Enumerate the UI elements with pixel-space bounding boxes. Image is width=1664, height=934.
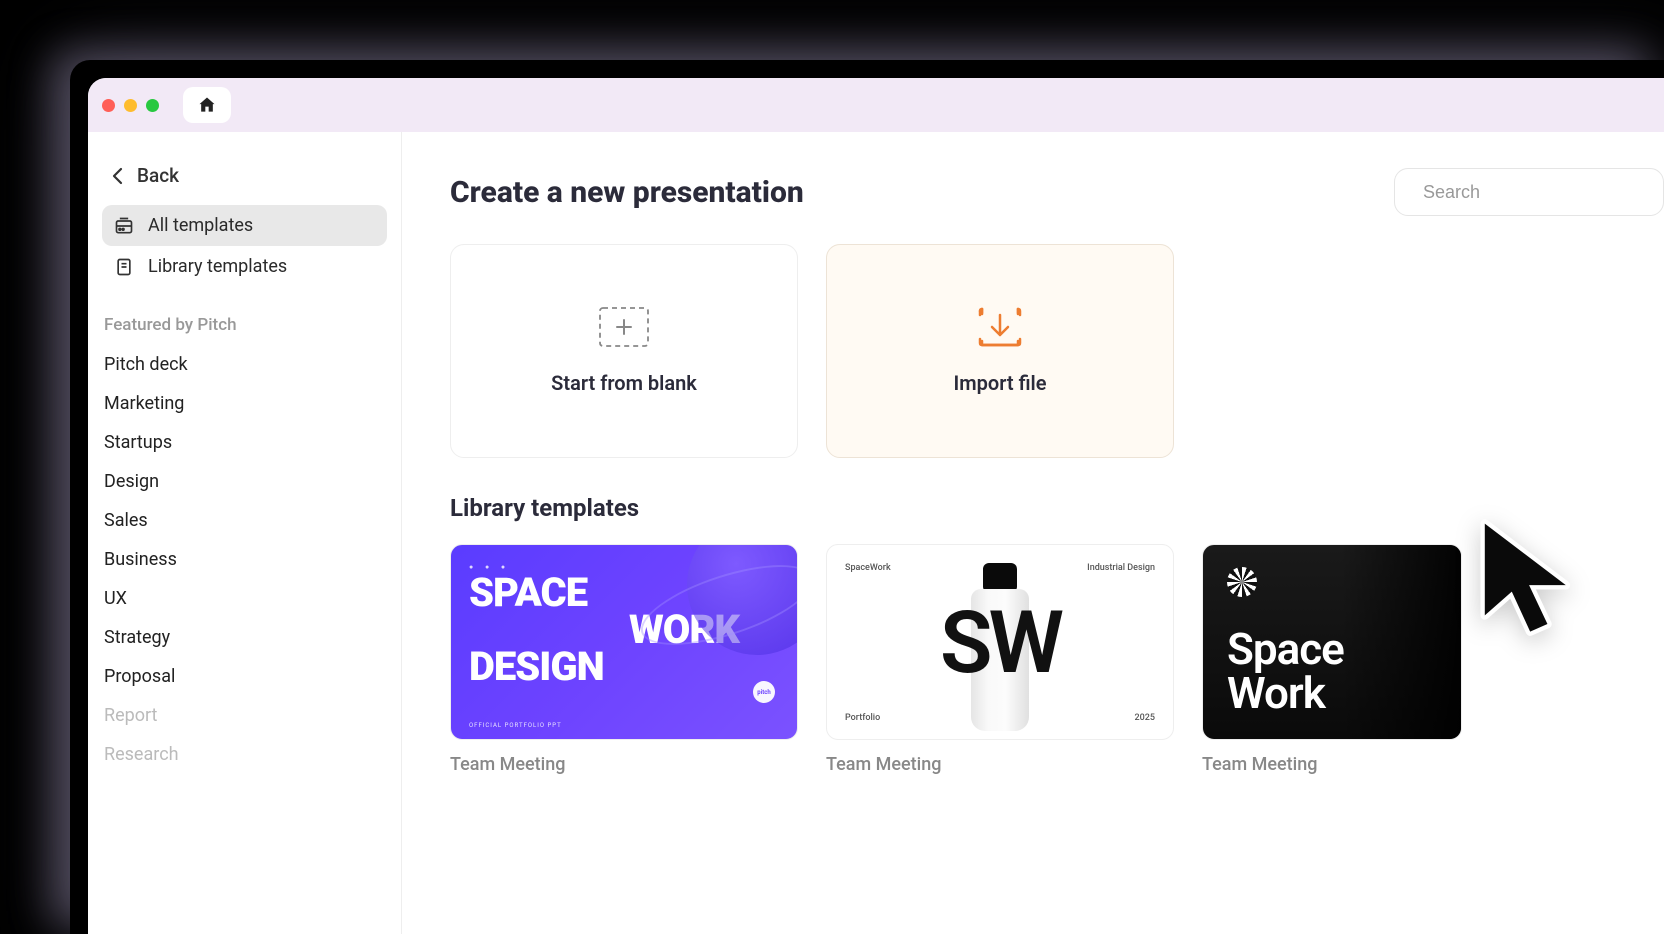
sidebar-link-startups[interactable]: Startups	[102, 423, 387, 462]
app-window: Back All templates Library templates Fea…	[88, 78, 1664, 934]
app-body: Back All templates Library templates Fea…	[88, 132, 1664, 934]
sidebar-link-ux[interactable]: UX	[102, 579, 387, 618]
start-from-blank-label: Start from blank	[551, 371, 697, 395]
import-file-card[interactable]: Import file	[826, 244, 1174, 458]
cursor-pointer-icon	[1474, 518, 1582, 648]
home-icon	[197, 95, 217, 115]
sidebar-item-all-templates[interactable]: All templates	[102, 205, 387, 246]
back-button[interactable]: Back	[102, 154, 387, 197]
sidebar-link-business[interactable]: Business	[102, 540, 387, 579]
template-card-space-work-design[interactable]: ● ● ● SPACE WORK DESIGN pitch OFFICIAL P…	[450, 544, 798, 775]
search-input[interactable]	[1423, 182, 1655, 203]
sidebar-link-research[interactable]: Research	[102, 735, 387, 774]
template-caption: Team Meeting	[826, 754, 1174, 775]
sidebar-link-strategy[interactable]: Strategy	[102, 618, 387, 657]
import-icon	[976, 307, 1024, 347]
template-caption: Team Meeting	[450, 754, 798, 775]
main-content: Create a new presentation Start from bla…	[402, 132, 1664, 934]
search-input-container[interactable]	[1394, 168, 1664, 216]
templates-icon	[114, 216, 134, 236]
sidebar-link-sales[interactable]: Sales	[102, 501, 387, 540]
home-button[interactable]	[183, 87, 231, 123]
sidebar-item-label: Library templates	[148, 256, 287, 277]
close-window-button[interactable]	[102, 99, 115, 112]
start-from-blank-card[interactable]: Start from blank	[450, 244, 798, 458]
import-file-label: Import file	[954, 371, 1047, 395]
template-card-sw-industrial[interactable]: SpaceWork Industrial Design Portfolio 20…	[826, 544, 1174, 775]
sidebar-link-design[interactable]: Design	[102, 462, 387, 501]
sidebar: Back All templates Library templates Fea…	[88, 132, 402, 934]
template-thumbnail: Space Work	[1202, 544, 1462, 740]
sidebar-link-report[interactable]: Report	[102, 696, 387, 735]
blank-plus-icon	[599, 307, 649, 347]
window-title-bar	[88, 78, 1664, 132]
back-label: Back	[137, 164, 179, 187]
sidebar-item-label: All templates	[148, 215, 253, 236]
page-title: Create a new presentation	[450, 175, 804, 210]
template-caption: Team Meeting	[1202, 754, 1462, 775]
window-controls	[102, 99, 159, 112]
action-cards: Start from blank Import file	[450, 244, 1664, 458]
swirl-logo-icon	[1227, 567, 1257, 597]
sidebar-link-marketing[interactable]: Marketing	[102, 384, 387, 423]
template-thumbnail: ● ● ● SPACE WORK DESIGN pitch OFFICIAL P…	[450, 544, 798, 740]
main-header: Create a new presentation	[450, 168, 1664, 216]
template-card-space-work-dark[interactable]: Space Work Team Meeting	[1202, 544, 1462, 775]
sidebar-link-pitch-deck[interactable]: Pitch deck	[102, 345, 387, 384]
sidebar-item-library-templates[interactable]: Library templates	[102, 246, 387, 287]
minimize-window-button[interactable]	[124, 99, 137, 112]
maximize-window-button[interactable]	[146, 99, 159, 112]
sidebar-section-featured: Featured by Pitch	[102, 287, 387, 345]
template-thumbnail: SpaceWork Industrial Design Portfolio 20…	[826, 544, 1174, 740]
library-icon	[114, 257, 134, 277]
chevron-left-icon	[112, 167, 123, 185]
sidebar-link-proposal[interactable]: Proposal	[102, 657, 387, 696]
